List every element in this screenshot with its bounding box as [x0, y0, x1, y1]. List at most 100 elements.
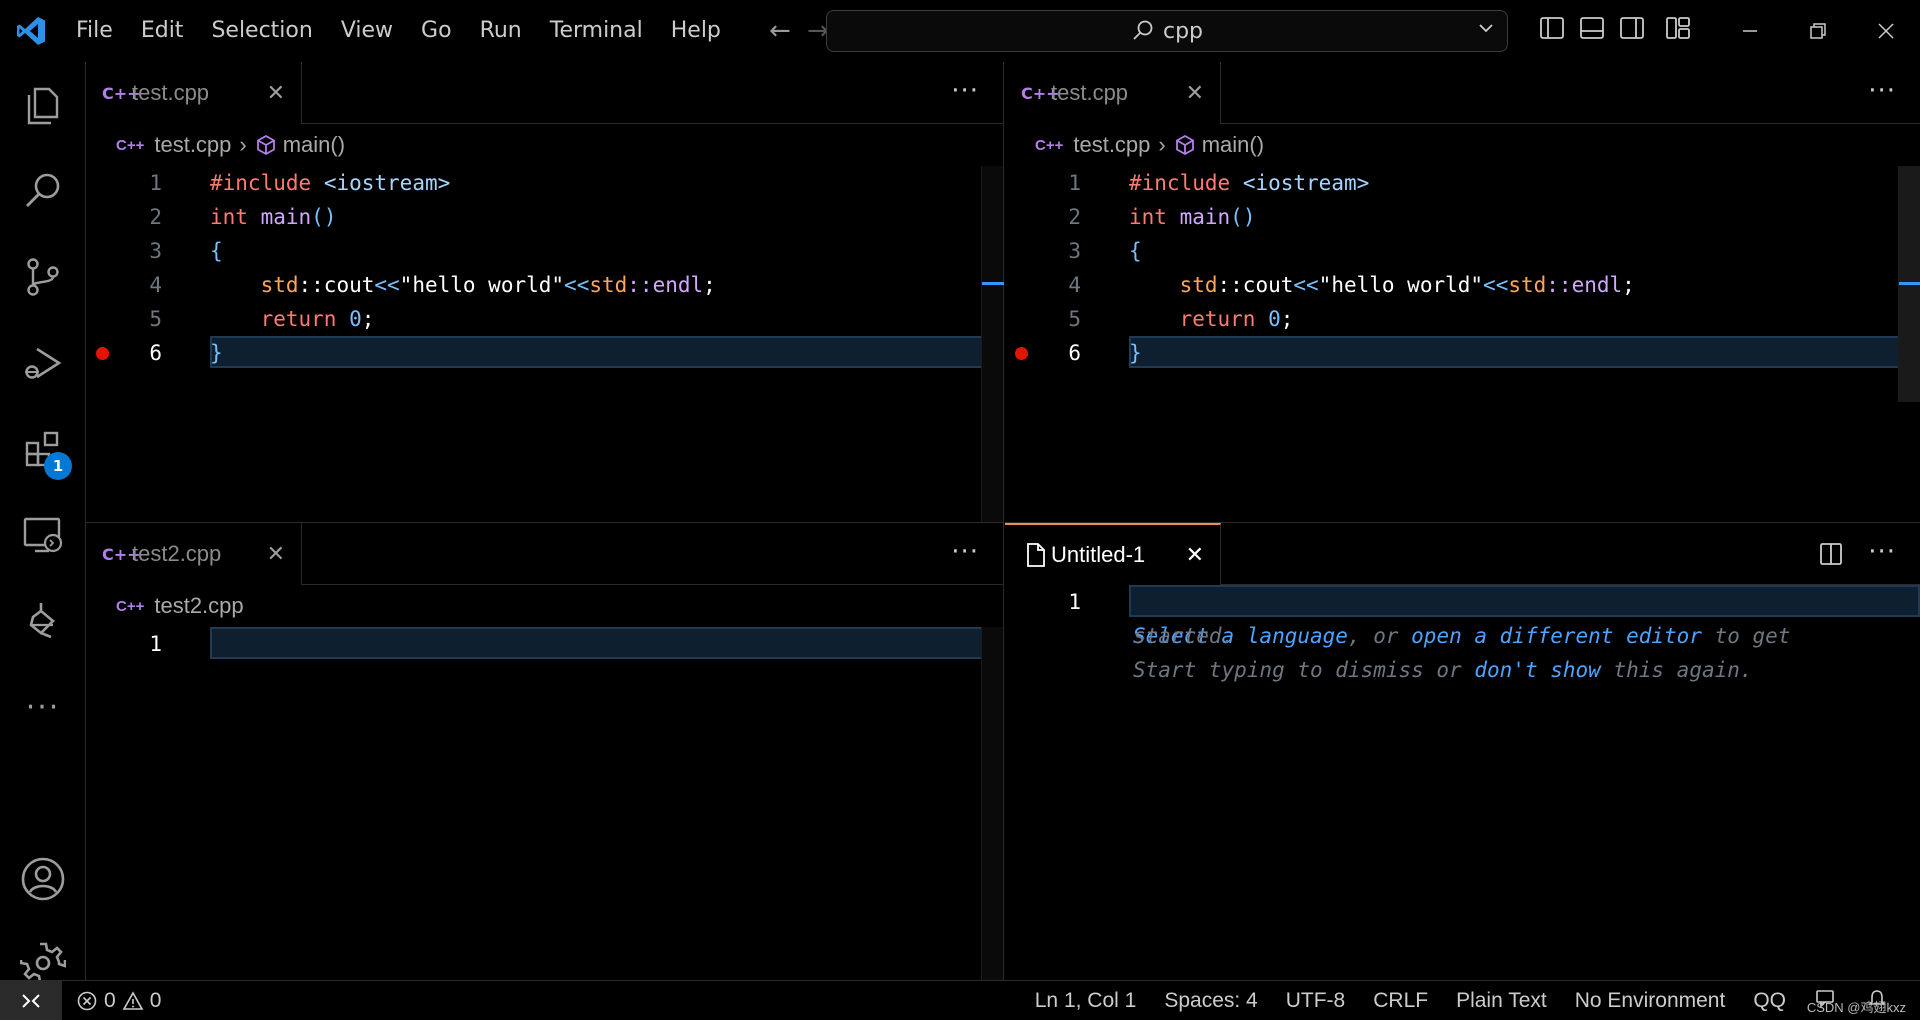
command-center-text: cpp [1162, 18, 1204, 44]
tab-test2-cpp[interactable]: C++ test2.cpp ✕ [86, 523, 302, 585]
close-icon[interactable]: ✕ [1186, 543, 1204, 568]
menu-terminal[interactable]: Terminal [536, 0, 657, 62]
close-icon[interactable]: ✕ [267, 81, 285, 106]
more-views-button[interactable]: ··· [0, 672, 86, 742]
chevron-right-icon: › [1158, 132, 1166, 157]
token-semicolon: ; [361, 307, 375, 331]
close-window-button[interactable] [1852, 0, 1920, 62]
more-actions-icon[interactable]: ··· [951, 76, 979, 106]
remote-indicator[interactable] [0, 980, 62, 1020]
end-of-line[interactable]: CRLF [1359, 989, 1442, 1013]
menu-go[interactable]: Go [407, 0, 466, 62]
line-number: 1 [1068, 171, 1081, 195]
minimize-button[interactable] [1716, 0, 1784, 62]
remote-explorer-button[interactable] [0, 500, 86, 570]
scrollbar-cursor-marker [982, 282, 1004, 285]
code-editor[interactable]: 1 Select a language, or open a different… [1005, 585, 1920, 687]
account-icon [21, 857, 65, 901]
status-bar: 0 0 Ln 1, Col 1 Spaces: 4 UTF-8 CRLF Pla… [0, 980, 1920, 1020]
search-button[interactable] [0, 156, 86, 226]
cursor-position[interactable]: Ln 1, Col 1 [1021, 989, 1151, 1013]
restore-button[interactable] [1784, 0, 1852, 62]
menu-help[interactable]: Help [657, 0, 735, 62]
token-keyword: return [260, 307, 337, 331]
vertical-scrollbar[interactable] [1898, 166, 1920, 402]
toggle-secondary-sidebar-icon[interactable] [1618, 14, 1646, 42]
menu-selection[interactable]: Selection [197, 0, 326, 62]
back-arrow-icon[interactable]: ← [761, 16, 799, 46]
breadcrumb-file[interactable]: test.cpp [1073, 132, 1150, 158]
menu-edit[interactable]: Edit [127, 0, 198, 62]
toggle-primary-sidebar-icon[interactable] [1538, 14, 1566, 42]
menu-file[interactable]: File [62, 0, 127, 62]
code-editor[interactable]: 1 [86, 627, 1003, 661]
breadcrumb-symbol[interactable]: main() [283, 132, 345, 158]
code-editor[interactable]: 1 #include <iostream> 2 int main() 3{ 4 st… [1005, 166, 1920, 370]
customize-layout-icon[interactable] [1664, 14, 1692, 42]
indentation[interactable]: Spaces: 4 [1150, 989, 1271, 1013]
breadcrumb-file[interactable]: test.cpp [154, 132, 231, 158]
file-icon [1027, 543, 1045, 567]
environment[interactable]: No Environment [1561, 989, 1740, 1013]
token-namespace: std [589, 273, 628, 297]
tab-test-cpp[interactable]: C++ test.cpp ✕ [1005, 62, 1221, 124]
token-operator: << [1293, 273, 1319, 297]
breadcrumb-symbol[interactable]: main() [1202, 132, 1264, 158]
breadcrumb: C++ test.cpp › main() [1035, 130, 1264, 160]
breadcrumb-file[interactable]: test2.cpp [154, 593, 243, 619]
explorer-button[interactable] [0, 70, 86, 140]
more-actions-icon[interactable]: ··· [951, 537, 979, 567]
token-header: <iostream> [1242, 171, 1370, 195]
more-actions-icon[interactable]: ··· [1868, 537, 1896, 567]
vertical-scrollbar[interactable] [981, 627, 1003, 981]
code-line: 4 std::cout<<"hello world"<<std::endl; [86, 268, 1003, 302]
dont-show-link[interactable]: don't show [1474, 658, 1600, 682]
search-icon [1133, 20, 1153, 40]
line-number: 2 [1068, 205, 1081, 229]
token-operator: << [374, 273, 400, 297]
line-number: 5 [1068, 307, 1081, 331]
error-icon [77, 991, 97, 1010]
chevron-down-icon[interactable] [1477, 19, 1495, 42]
tab-bar: C++ test.cpp ✕ ··· [86, 62, 1003, 124]
code-editor[interactable]: 1 #include <iostream> 2 int main() 3{ 4 st… [86, 166, 1003, 370]
encoding[interactable]: UTF-8 [1272, 989, 1360, 1013]
vertical-scrollbar[interactable] [981, 166, 1004, 522]
tab-test-cpp[interactable]: C++ test.cpp ✕ [86, 62, 302, 124]
token-endl: ::endl [1546, 273, 1623, 297]
menu-view[interactable]: View [327, 0, 407, 62]
run-debug-button[interactable] [0, 328, 86, 398]
token-namespace: std [1179, 273, 1218, 297]
command-center-search[interactable]: cpp [826, 10, 1508, 52]
token-keyword: return [1179, 307, 1256, 331]
menu-run[interactable]: Run [466, 0, 536, 62]
more-actions-icon[interactable]: ··· [1868, 76, 1896, 106]
toggle-panel-icon[interactable] [1578, 14, 1606, 42]
code-line: 4 std::cout<<"hello world"<<std::endl; [1005, 268, 1920, 302]
close-icon[interactable]: ✕ [1186, 81, 1204, 106]
tab-untitled-1[interactable]: Untitled-1 ✕ [1005, 523, 1221, 585]
source-control-button[interactable] [0, 242, 86, 312]
breadcrumb: C++ test.cpp › main() [116, 130, 345, 160]
tab-bar: C++ test.cpp ✕ ··· [1005, 62, 1920, 124]
extensions-button[interactable]: 1 [0, 414, 86, 484]
close-icon[interactable]: ✕ [267, 542, 285, 567]
editor-group-top-left: C++ test.cpp ✕ ··· C++ test.cpp › main()… [86, 62, 1004, 522]
language-mode[interactable]: Plain Text [1442, 989, 1561, 1013]
token-include: #include [1129, 171, 1231, 195]
chevron-right-icon: › [239, 132, 247, 157]
watermark: CSDN @鸡翅kxz [1806, 1000, 1906, 1015]
accounts-button[interactable] [0, 844, 86, 914]
run-debug-icon [25, 347, 62, 379]
cpp-file-icon: C++ [102, 544, 141, 564]
problems-indicator[interactable]: 0 0 [76, 989, 161, 1013]
code-line: 1 #include <iostream> [86, 166, 1003, 200]
vscode-logo-icon [0, 0, 62, 62]
token-brace: { [210, 239, 223, 263]
line-number: 4 [149, 273, 162, 297]
code-line: 5 return 0; [86, 302, 1003, 336]
token-cout: ::cout [1217, 273, 1294, 297]
qq-item[interactable]: QQ [1739, 989, 1800, 1013]
split-editor-icon[interactable] [1818, 541, 1844, 567]
testing-button[interactable] [0, 586, 86, 656]
